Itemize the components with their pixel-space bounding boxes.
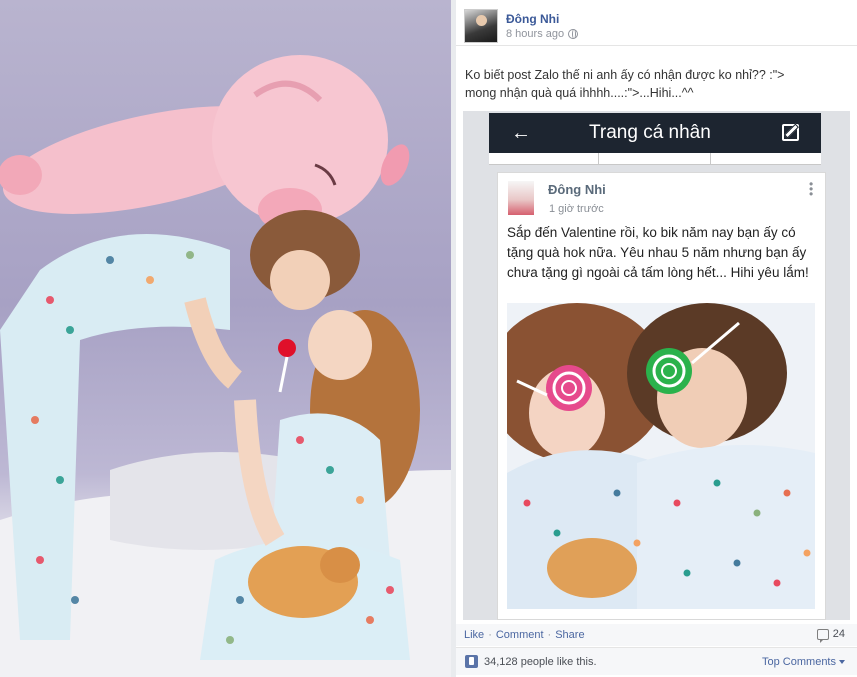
post-actions: Like · Comment · Share 24: [456, 624, 857, 646]
zalo-author-name: Đông Nhi: [548, 182, 606, 197]
comment-bubble-icon: [816, 628, 829, 643]
comment-count[interactable]: 24: [816, 628, 845, 643]
post-meta: 8 hours ago: [506, 28, 579, 40]
thumbs-up-icon: [465, 655, 478, 668]
likes-count-text[interactable]: 34,128 people like this.: [484, 656, 597, 668]
zalo-author-avatar: [508, 181, 534, 215]
zalo-post-card: Đông Nhi 1 giờ trước • • • Sắp đến Valenti…: [497, 172, 826, 620]
couple-photo[interactable]: [0, 0, 451, 677]
author-avatar[interactable]: [464, 9, 498, 43]
header-divider: [456, 45, 857, 46]
zalo-post-photo: [507, 303, 815, 609]
like-link[interactable]: Like: [464, 629, 484, 641]
top-comments-label: Top Comments: [762, 656, 836, 668]
caption-line-2: mong nhận quà quá ihhhh....:">...Hihi...…: [465, 86, 694, 100]
post-caption: Ko biết post Zalo thế ni anh ấy có nhận …: [465, 66, 850, 102]
phone-tab-strip: [489, 153, 821, 165]
tab-separator: [710, 153, 711, 164]
post-header: Đông Nhi 8 hours ago: [464, 8, 579, 44]
facebook-post: Đông Nhi 8 hours ago Ko biết post Zalo t…: [456, 0, 857, 677]
caret-down-icon: [839, 660, 845, 664]
tab-separator: [598, 153, 599, 164]
zalo-post-time: 1 giờ trước: [549, 203, 604, 215]
post-timestamp[interactable]: 8 hours ago: [506, 28, 564, 40]
zalo-screenshot[interactable]: ← Trang cá nhân Đông Nhi 1 giờ trước • • •…: [463, 111, 850, 620]
phone-app-bar: ← Trang cá nhân: [489, 113, 821, 153]
author-name[interactable]: Đông Nhi: [506, 12, 578, 26]
couple-photo-illustration: [0, 55, 451, 677]
author-block: Đông Nhi 8 hours ago: [506, 12, 579, 40]
separator-dot: ·: [488, 629, 492, 641]
more-options-icon: • • •: [809, 177, 814, 201]
lollipop-couple-illustration: [507, 303, 815, 609]
comment-link[interactable]: Comment: [496, 629, 544, 641]
likes-summary: 34,128 people like this. Top Comments: [456, 647, 857, 675]
zalo-post-text: Sắp đến Valentine rồi, ko bik năm nay bạ…: [507, 225, 809, 280]
phone-title: Trang cá nhân: [589, 122, 711, 143]
globe-icon[interactable]: [568, 29, 579, 39]
caption-line-1: Ko biết post Zalo thế ni anh ấy có nhận …: [465, 68, 785, 82]
separator-dot: ·: [547, 629, 552, 641]
top-comments-dropdown[interactable]: Top Comments: [762, 656, 845, 668]
back-arrow-icon: ←: [511, 122, 531, 144]
share-link[interactable]: Share: [555, 629, 584, 641]
edit-icon: [782, 124, 799, 141]
comment-count-value: 24: [832, 628, 845, 640]
